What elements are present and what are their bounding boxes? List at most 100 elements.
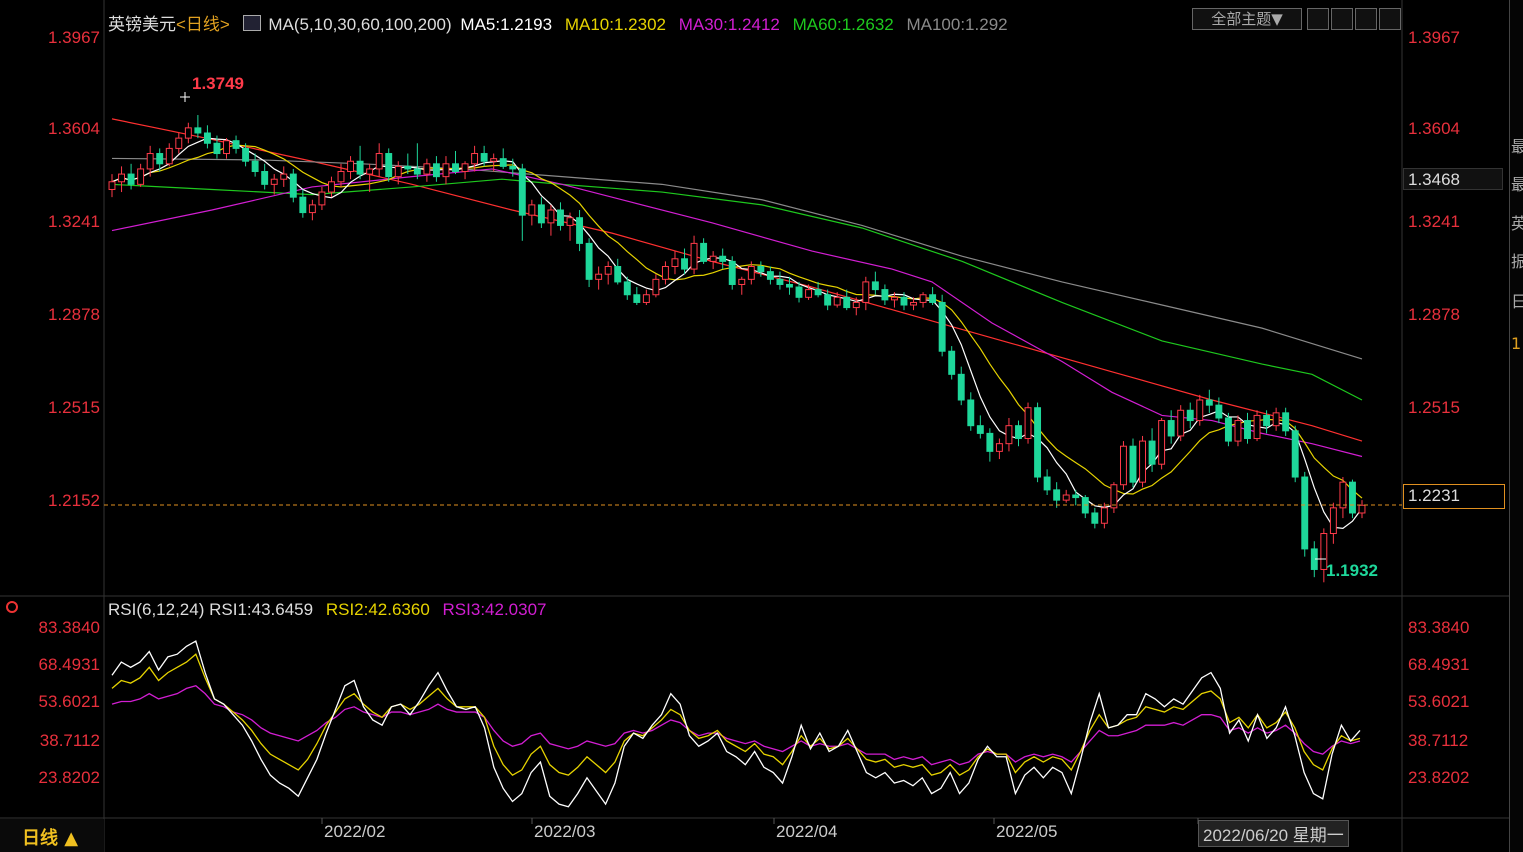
candle-body: [623, 281, 631, 296]
candle-body: [347, 160, 355, 173]
symbol-label[interactable]: 英镑美元: [108, 15, 176, 34]
period-tag[interactable]: <日线>: [176, 15, 230, 34]
candle-body: [614, 266, 622, 283]
candle-body: [537, 204, 545, 224]
candle-body: [1167, 420, 1175, 437]
candle-body: [404, 165, 412, 170]
candle-body: [1053, 489, 1061, 501]
candle-body: [1339, 481, 1347, 509]
ma100-line: [111, 157, 1363, 360]
candle-body: [1224, 417, 1232, 442]
rsi-params[interactable]: RSI(6,12,24): [108, 600, 204, 619]
cursor-price-label: 1.3468: [1403, 168, 1503, 190]
candle-body: [413, 168, 421, 175]
indicator-settings-icon[interactable]: [6, 601, 18, 613]
candle-body: [1100, 507, 1108, 524]
candle-body: [824, 294, 832, 306]
candle-body: [852, 301, 860, 309]
candle-body: [728, 260, 736, 285]
candle-body: [738, 278, 746, 285]
candle-body: [910, 301, 917, 306]
candle-body: [175, 137, 183, 149]
candle-body: [766, 271, 774, 280]
rsi3-value: RSI3:42.0307: [442, 600, 547, 619]
candle-body: [318, 191, 326, 206]
candle-body: [1272, 412, 1280, 427]
candle-body: [518, 168, 526, 216]
price-tick-left: 1.2152: [48, 491, 100, 510]
rsi-tick-left: 53.6021: [38, 692, 100, 711]
candle-body: [337, 171, 345, 183]
right-info-panel[interactable]: [1509, 0, 1523, 852]
candle-body: [452, 163, 459, 173]
candle-body: [871, 281, 879, 291]
candle-body: [432, 163, 440, 178]
period-button[interactable]: 日线 ▲: [22, 824, 78, 850]
ma5-value: MA5:1.2193: [460, 15, 553, 34]
candle-body: [633, 294, 641, 303]
panel-char: 最: [1511, 175, 1523, 194]
export-icon[interactable]: [1379, 8, 1401, 30]
candle-body: [1215, 404, 1223, 419]
candle-body: [681, 258, 688, 270]
candle-body: [156, 153, 164, 165]
play-icon[interactable]: [1355, 8, 1377, 30]
price-tick-right: 1.3604: [1408, 119, 1460, 138]
chart-canvas[interactable]: [0, 0, 1523, 852]
candle-body: [499, 158, 507, 167]
candle-body: [1291, 430, 1299, 478]
candle-body: [1358, 504, 1366, 514]
candle-body: [709, 255, 717, 262]
candle-body: [776, 278, 784, 285]
panel-char: 日: [1511, 292, 1523, 311]
candle-body: [385, 153, 393, 178]
candle-body: [747, 266, 755, 280]
candle-body: [1129, 445, 1137, 483]
candle-body: [976, 425, 984, 434]
candle-body: [919, 294, 927, 303]
candle-body: [137, 168, 145, 185]
candle-body: [719, 255, 727, 262]
candle-body: [1234, 420, 1242, 442]
candle-body: [270, 178, 278, 185]
rsi1-value: RSI1:43.6459: [209, 600, 314, 619]
candle-body: [118, 173, 125, 183]
candle-body: [957, 373, 965, 401]
candle-body: [576, 217, 584, 244]
candle-body: [232, 140, 240, 149]
ma200-line: [111, 118, 1363, 442]
rsi-header: RSI(6,12,24) RSI1:43.6459 RSI2:42.6360 R…: [108, 600, 547, 620]
candle-body: [1349, 481, 1356, 514]
rsi-tick-left: 23.8202: [38, 768, 100, 787]
rsi-tick-left: 68.4931: [38, 655, 100, 674]
candle-body: [690, 242, 698, 270]
panel-char: 英: [1511, 214, 1523, 233]
current-price-label: 1.2231: [1403, 484, 1505, 509]
candle-body: [242, 147, 250, 162]
candle-body: [986, 432, 994, 452]
candle-body: [442, 163, 450, 178]
candle-body: [642, 294, 650, 303]
candle-body: [461, 163, 469, 173]
split-view-icon[interactable]: [1331, 8, 1353, 30]
candle-body: [328, 181, 335, 193]
ma30-value: MA30:1.2412: [678, 15, 780, 34]
price-tick-right: 1.2515: [1408, 398, 1460, 417]
candle-body: [471, 153, 479, 165]
candle-body: [261, 171, 269, 185]
ma-params[interactable]: MA(5,10,30,60,100,200): [268, 15, 451, 34]
candle-body: [1015, 425, 1022, 440]
candle-body: [213, 142, 221, 155]
crosshair-icon[interactable]: [1307, 8, 1329, 30]
candle-body: [948, 350, 956, 375]
date-tick: 2022/03: [534, 822, 596, 841]
theme-select-button[interactable]: 全部主题▼: [1192, 8, 1302, 30]
candle-body: [299, 196, 307, 214]
candle-body: [938, 301, 946, 352]
cursor-date: 2022/06/20 星期一: [1198, 820, 1349, 847]
candle-body: [146, 153, 154, 170]
candle-body: [1282, 412, 1290, 432]
candle-body: [862, 281, 870, 303]
ma100-value: MA100:1.292: [906, 15, 1008, 34]
indicator-icon[interactable]: [242, 15, 261, 31]
